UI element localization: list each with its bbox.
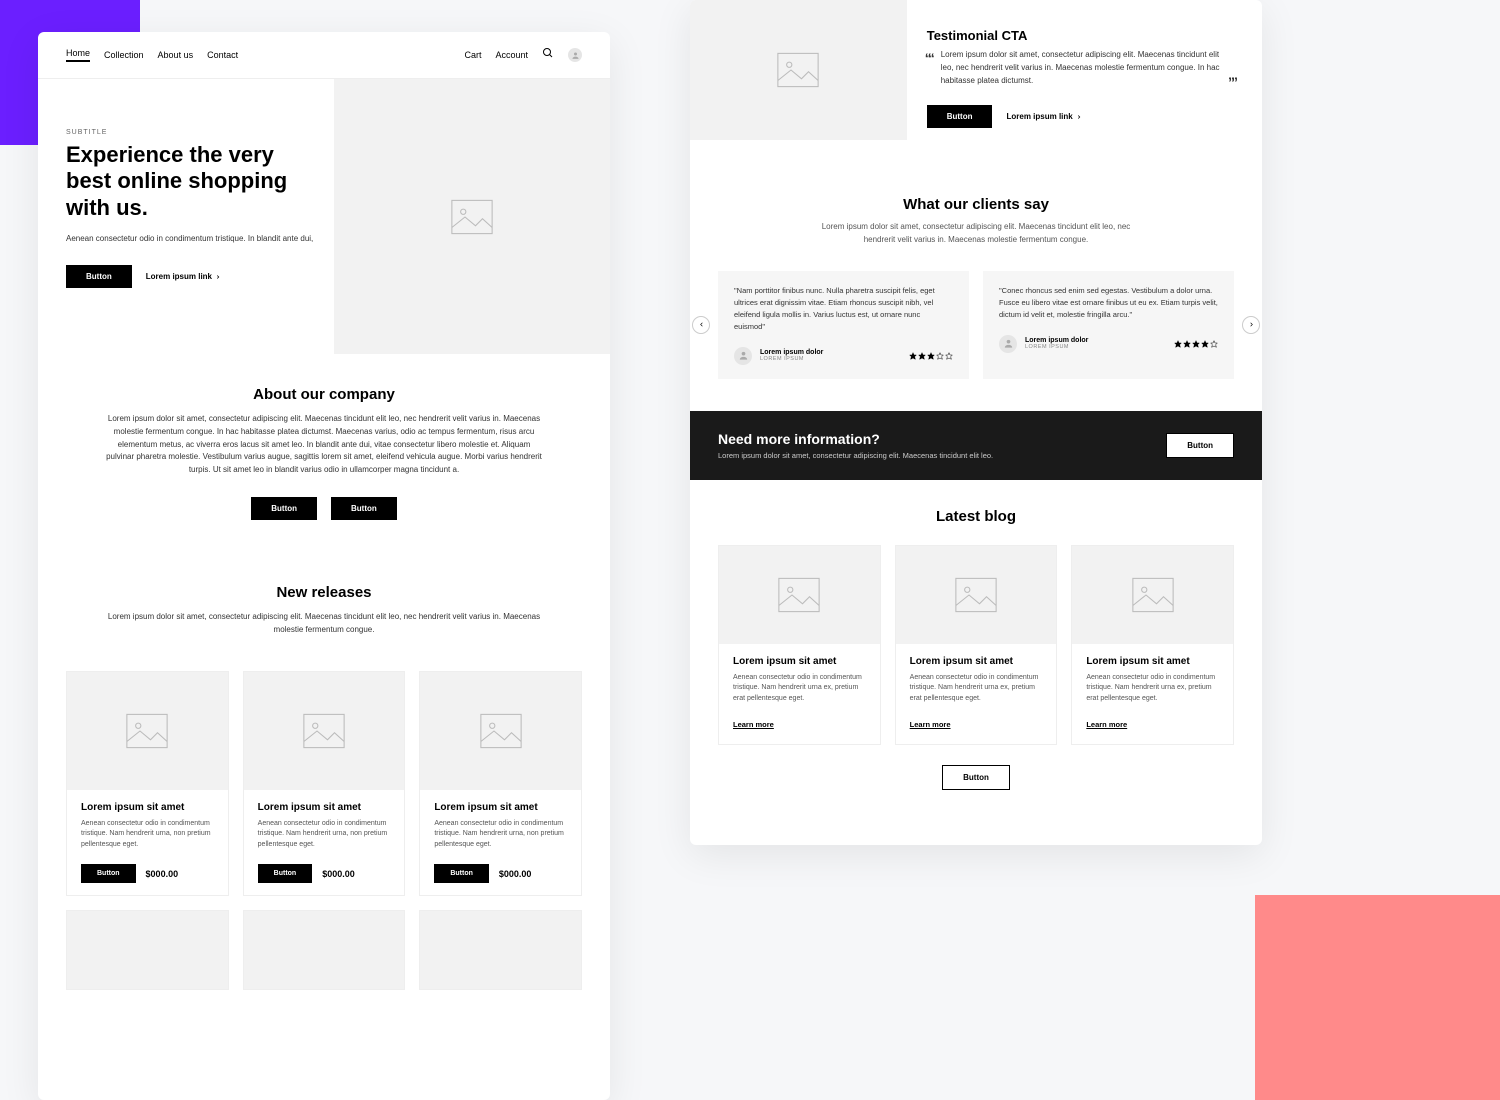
- nav-collection[interactable]: Collection: [104, 50, 144, 60]
- product-price: $000.00: [322, 869, 355, 879]
- image-placeholder-icon: [420, 672, 581, 790]
- avatar-icon: [999, 335, 1017, 353]
- rating-stars: [909, 352, 953, 360]
- about-button-1[interactable]: Button: [251, 497, 317, 520]
- blog-card: Lorem ipsum sit amet Aenean consectetur …: [1071, 545, 1234, 746]
- hero-title: Experience the very best online shopping…: [66, 142, 314, 221]
- hero-link[interactable]: Lorem ipsum link: [146, 272, 221, 281]
- image-placeholder-icon: [1072, 546, 1233, 644]
- product-title: Lorem ipsum sit amet: [81, 802, 214, 813]
- releases-section: New releases Lorem ipsum dolor sit amet,…: [38, 552, 610, 671]
- testimonial-cta-title: Testimonial CTA: [927, 28, 1234, 43]
- search-icon[interactable]: [542, 46, 554, 64]
- info-cta-section: Need more information? Lorem ipsum dolor…: [690, 411, 1262, 480]
- hero-section: SUBTITLE Experience the very best online…: [38, 79, 610, 354]
- product-body: Aenean consectetur odio in condimentum t…: [434, 819, 567, 851]
- decorative-pink-block: [1255, 895, 1500, 1100]
- product-card: Lorem ipsum sit amet Aenean consectetur …: [243, 671, 406, 897]
- about-section: About our company Lorem ipsum dolor sit …: [38, 354, 610, 552]
- about-button-2[interactable]: Button: [331, 497, 397, 520]
- blog-item-body: Aenean consectetur odio in condimentum t…: [910, 673, 1043, 705]
- learn-more-link[interactable]: Learn more: [1086, 720, 1127, 729]
- product-title: Lorem ipsum sit amet: [258, 802, 391, 813]
- nav-about[interactable]: About us: [158, 50, 194, 60]
- nav-account[interactable]: Account: [495, 50, 528, 60]
- image-placeholder-icon: [244, 672, 405, 790]
- image-placeholder-icon: [896, 546, 1057, 644]
- product-price: $000.00: [146, 869, 179, 879]
- nav-cart[interactable]: Cart: [464, 50, 481, 60]
- product-button[interactable]: Button: [434, 864, 489, 883]
- blog-item-body: Aenean consectetur odio in condimentum t…: [1086, 673, 1219, 705]
- learn-more-link[interactable]: Learn more: [733, 720, 774, 729]
- blog-button[interactable]: Button: [942, 765, 1010, 790]
- product-body: Aenean consectetur odio in condimentum t…: [81, 819, 214, 851]
- product-grid-row-2: [38, 896, 610, 990]
- hero-button[interactable]: Button: [66, 265, 132, 288]
- info-cta-button[interactable]: Button: [1166, 433, 1234, 458]
- testimonial-cta-section: Testimonial CTA Lorem ipsum dolor sit am…: [690, 0, 1262, 168]
- testimonial-card: "Conec rhoncus sed enim sed egestas. Ves…: [983, 271, 1234, 379]
- hero-subtitle: SUBTITLE: [66, 129, 314, 136]
- info-cta-title: Need more information?: [718, 431, 993, 447]
- releases-title: New releases: [66, 584, 582, 601]
- blog-section: Latest blog Lorem ipsum sit amet Aenean …: [690, 480, 1262, 819]
- nav-contact[interactable]: Contact: [207, 50, 238, 60]
- product-body: Aenean consectetur odio in condimentum t…: [258, 819, 391, 851]
- testimonial-sub: LOREM IPSUM: [760, 356, 823, 362]
- wireframe-left: Home Collection About us Contact Cart Ac…: [38, 32, 610, 1100]
- clients-body: Lorem ipsum dolor sit amet, consectetur …: [808, 221, 1143, 247]
- testimonial-sub: LOREM IPSUM: [1025, 344, 1088, 350]
- blog-item-title: Lorem ipsum sit amet: [733, 656, 866, 667]
- avatar-icon: [734, 347, 752, 365]
- testimonial-quote: "Conec rhoncus sed enim sed egestas. Ves…: [999, 285, 1218, 321]
- image-placeholder-icon: [66, 910, 229, 990]
- top-nav: Home Collection About us Contact Cart Ac…: [38, 32, 610, 79]
- image-placeholder-icon: [690, 0, 907, 140]
- blog-item-title: Lorem ipsum sit amet: [910, 656, 1043, 667]
- testimonial-cta-button[interactable]: Button: [927, 105, 993, 128]
- product-button[interactable]: Button: [258, 864, 313, 883]
- testimonial-cta-quote: Lorem ipsum dolor sit amet, consectetur …: [927, 49, 1234, 87]
- product-card: Lorem ipsum sit amet Aenean consectetur …: [66, 671, 229, 897]
- image-placeholder-icon: [719, 546, 880, 644]
- image-placeholder-icon: [334, 79, 610, 354]
- testimonial-card: "Nam porttitor finibus nunc. Nulla phare…: [718, 271, 969, 379]
- product-card: Lorem ipsum sit amet Aenean consectetur …: [419, 671, 582, 897]
- info-cta-body: Lorem ipsum dolor sit amet, consectetur …: [718, 451, 993, 460]
- image-placeholder-icon: [67, 672, 228, 790]
- testimonial-name: Lorem ipsum dolor: [760, 349, 823, 356]
- product-button[interactable]: Button: [81, 864, 136, 883]
- carousel-prev-button[interactable]: [692, 316, 710, 334]
- blog-card: Lorem ipsum sit amet Aenean consectetur …: [895, 545, 1058, 746]
- blog-item-body: Aenean consectetur odio in condimentum t…: [733, 673, 866, 705]
- about-title: About our company: [66, 386, 582, 403]
- hero-body: Aenean consectetur odio in condimentum t…: [66, 233, 314, 245]
- testimonial-name: Lorem ipsum dolor: [1025, 337, 1088, 344]
- testimonial-quote: "Nam porttitor finibus nunc. Nulla phare…: [734, 285, 953, 333]
- rating-stars: [1174, 340, 1218, 348]
- learn-more-link[interactable]: Learn more: [910, 720, 951, 729]
- image-placeholder-icon: [419, 910, 582, 990]
- nav-home[interactable]: Home: [66, 48, 90, 62]
- testimonial-cta-link[interactable]: Lorem ipsum link: [1006, 112, 1081, 121]
- blog-card: Lorem ipsum sit amet Aenean consectetur …: [718, 545, 881, 746]
- blog-item-title: Lorem ipsum sit amet: [1086, 656, 1219, 667]
- wireframe-right: Testimonial CTA Lorem ipsum dolor sit am…: [690, 0, 1262, 845]
- product-price: $000.00: [499, 869, 532, 879]
- about-body: Lorem ipsum dolor sit amet, consectetur …: [105, 413, 544, 477]
- image-placeholder-icon: [243, 910, 406, 990]
- clients-title: What our clients say: [718, 196, 1234, 213]
- product-title: Lorem ipsum sit amet: [434, 802, 567, 813]
- avatar-icon[interactable]: [568, 48, 582, 62]
- product-grid: Lorem ipsum sit amet Aenean consectetur …: [38, 671, 610, 897]
- carousel-next-button[interactable]: [1242, 316, 1260, 334]
- blog-title: Latest blog: [718, 508, 1234, 525]
- clients-section: What our clients say Lorem ipsum dolor s…: [690, 168, 1262, 411]
- releases-body: Lorem ipsum dolor sit amet, consectetur …: [105, 611, 544, 637]
